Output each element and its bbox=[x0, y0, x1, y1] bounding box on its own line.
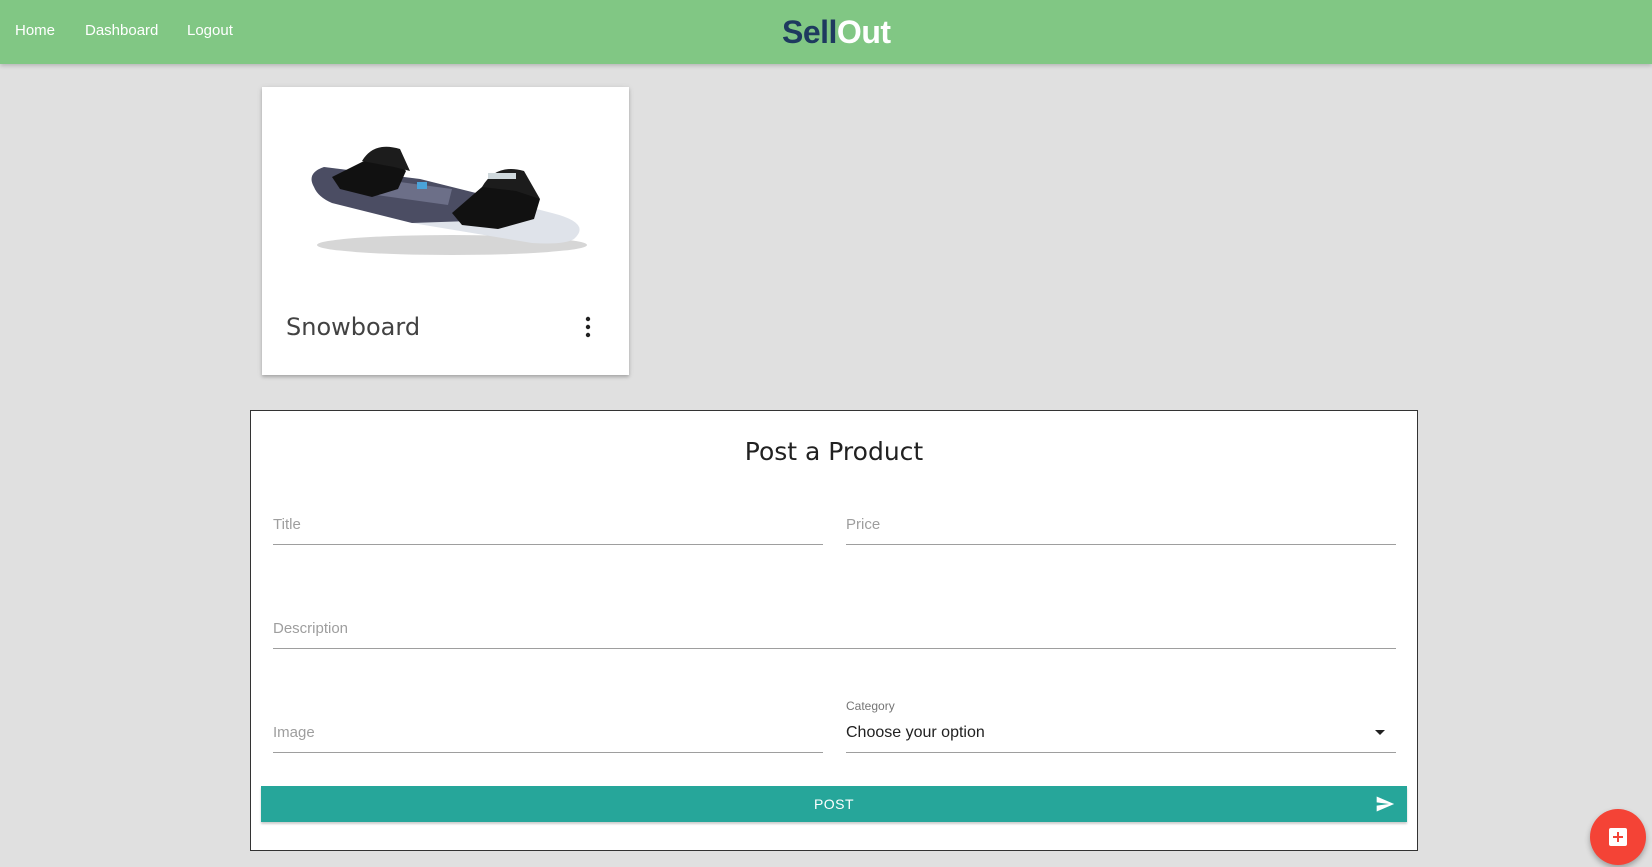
brand-part-out: Out bbox=[836, 14, 891, 50]
post-button[interactable]: POST bbox=[261, 786, 1407, 822]
brand-logo[interactable]: SellOut bbox=[782, 14, 891, 51]
category-select[interactable]: Choose your option bbox=[846, 713, 1396, 753]
post-product-form: Post a Product Category Choose your opti… bbox=[250, 410, 1418, 851]
more-vert-icon[interactable] bbox=[582, 316, 594, 338]
price-field bbox=[846, 483, 1396, 545]
post-button-label: POST bbox=[813, 796, 855, 812]
nav-link-home[interactable]: Home bbox=[15, 22, 55, 39]
brand-part-sell: Sell bbox=[782, 14, 837, 50]
image-input[interactable] bbox=[273, 713, 823, 753]
send-icon bbox=[1376, 796, 1395, 812]
category-field: Category Choose your option bbox=[846, 691, 1396, 753]
nav-link-dashboard[interactable]: Dashboard bbox=[85, 22, 158, 39]
title-field bbox=[273, 483, 823, 545]
price-input[interactable] bbox=[846, 505, 1396, 545]
caret-down-icon bbox=[1375, 730, 1385, 735]
snowboard-image bbox=[311, 146, 587, 255]
nav-link-logout[interactable]: Logout bbox=[187, 22, 233, 39]
form-heading: Post a Product bbox=[744, 437, 924, 466]
category-selected-value: Choose your option bbox=[846, 724, 985, 741]
add-box-icon bbox=[1609, 828, 1627, 846]
description-field bbox=[273, 587, 1396, 649]
category-label: Category bbox=[846, 699, 895, 713]
top-navbar: Home Dashboard Logout SellOut bbox=[0, 0, 1652, 64]
product-card[interactable]: Snowboard bbox=[262, 87, 629, 375]
product-card-title: Snowboard bbox=[286, 313, 421, 341]
add-product-fab[interactable] bbox=[1590, 809, 1646, 865]
description-input[interactable] bbox=[273, 609, 1396, 649]
image-field bbox=[273, 691, 823, 753]
title-input[interactable] bbox=[273, 505, 823, 545]
